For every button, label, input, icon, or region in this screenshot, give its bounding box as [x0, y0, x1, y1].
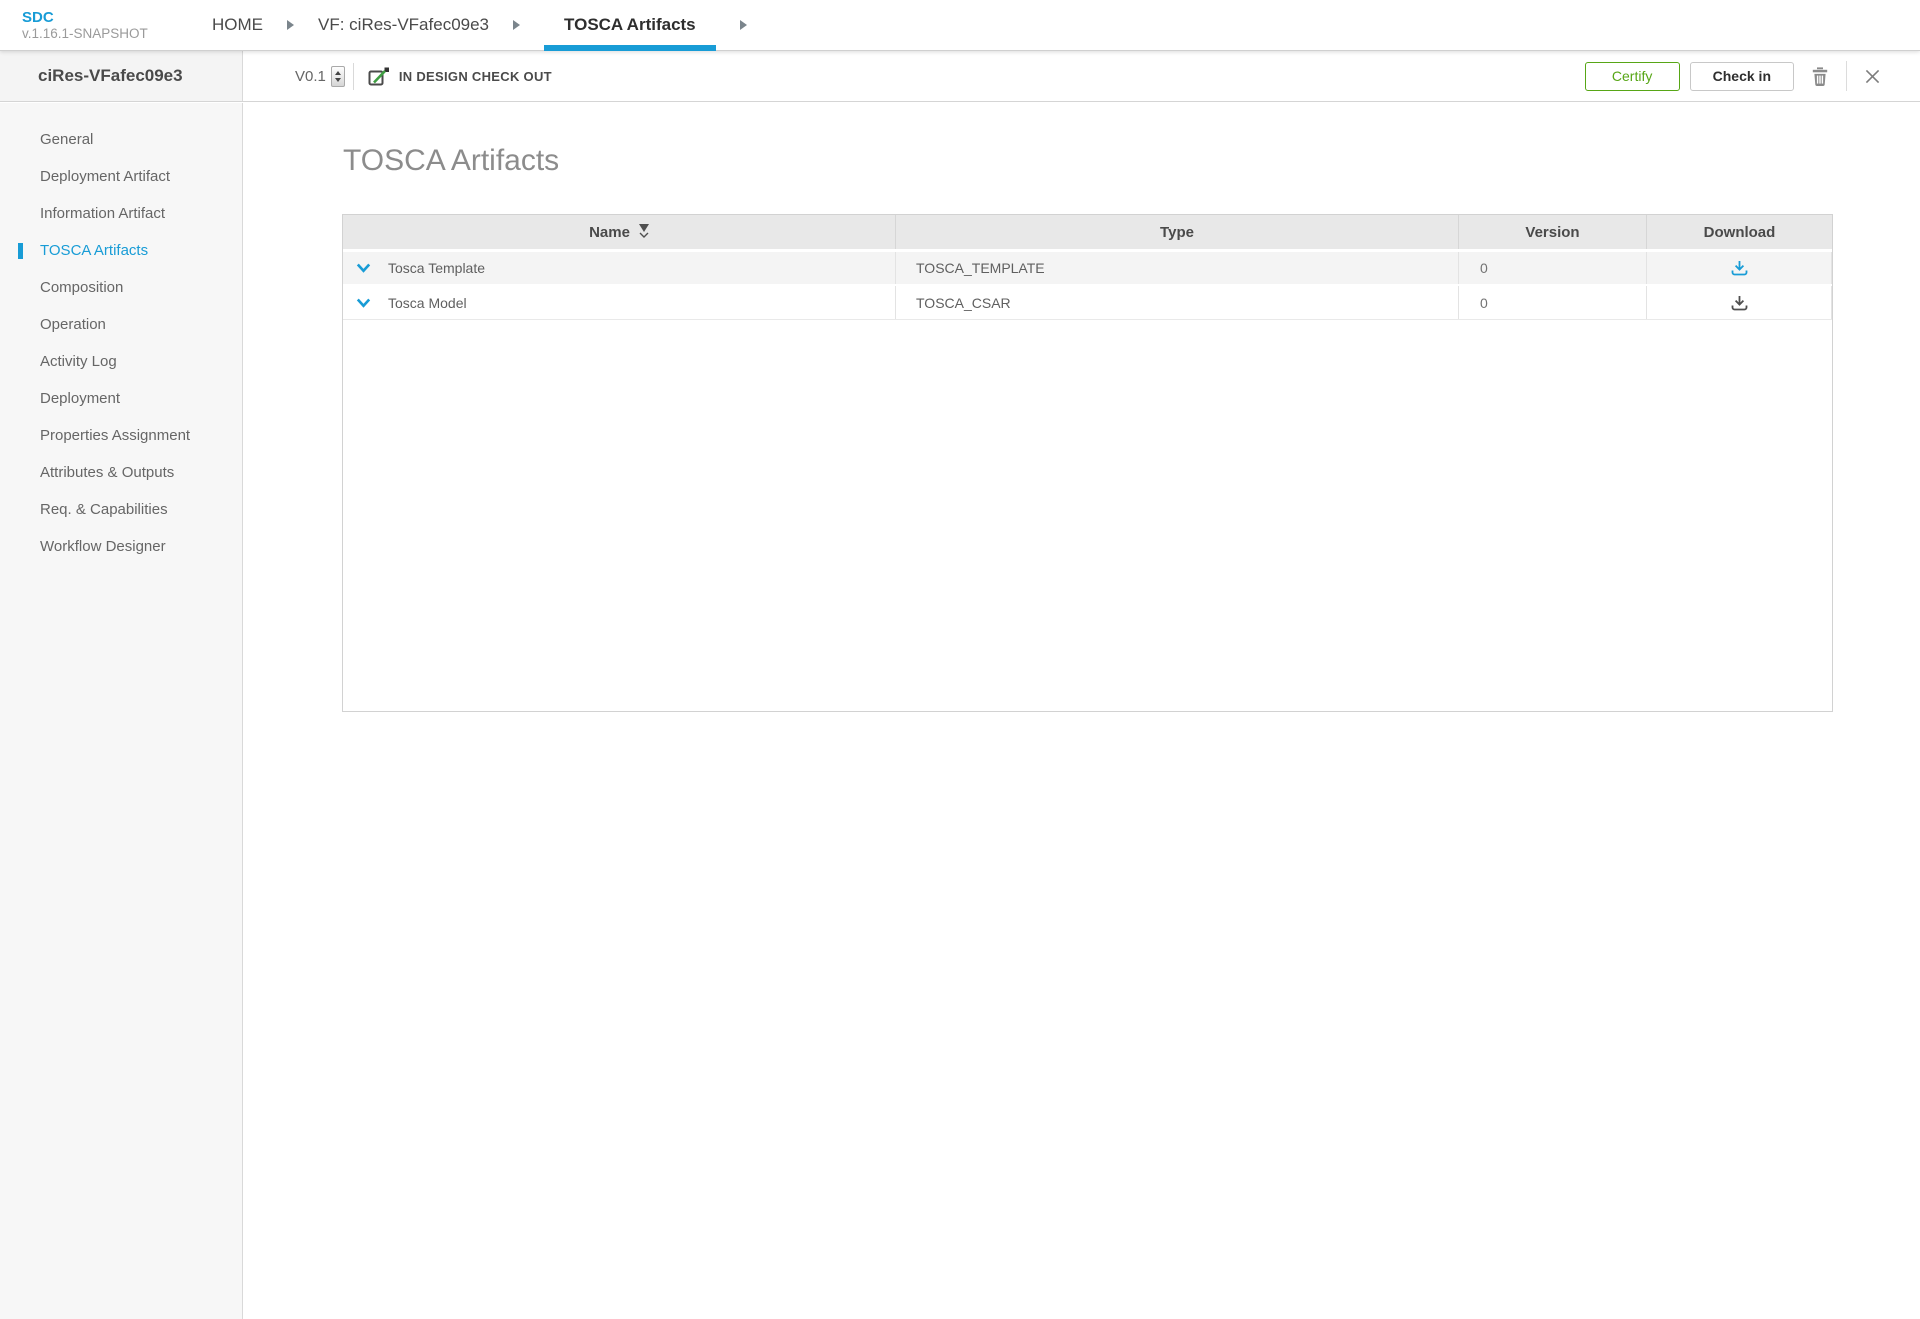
download-button[interactable] [1725, 293, 1754, 313]
checkout-icon [368, 66, 390, 87]
download-icon [1731, 260, 1748, 276]
toolbar-actions: Certify Check in [1585, 61, 1898, 91]
artifact-name-cell: Tosca Model [343, 286, 896, 319]
chevron-down-icon [356, 263, 371, 273]
checkin-button[interactable]: Check in [1690, 62, 1794, 91]
top-header: SDC v.1.16.1-SNAPSHOT HOME VF: ciRes-VFa… [0, 0, 1920, 51]
tab-tosca-artifacts[interactable]: TOSCA Artifacts [544, 0, 716, 50]
main-content: TOSCA Artifacts Name Type Version Downlo… [244, 102, 1920, 712]
sdc-logo[interactable]: SDC v.1.16.1-SNAPSHOT [0, 9, 212, 42]
sdc-logo-title: SDC [22, 9, 212, 26]
breadcrumb-home[interactable]: HOME [212, 0, 263, 50]
close-icon [1865, 69, 1880, 84]
version-stepper[interactable] [331, 66, 345, 87]
version-value: V0.1 [295, 68, 326, 85]
stepper-up-icon [335, 71, 341, 75]
column-header-version: Version [1459, 215, 1647, 249]
certify-button[interactable]: Certify [1585, 62, 1680, 91]
column-header-name[interactable]: Name [343, 215, 896, 249]
artifact-download-cell [1647, 252, 1832, 284]
sidebar-item-tosca-artifacts[interactable]: TOSCA Artifacts [0, 232, 242, 269]
close-button[interactable] [1863, 67, 1882, 86]
column-header-download: Download [1647, 215, 1832, 249]
page-title: TOSCA Artifacts [343, 144, 1920, 178]
sort-filter-icon[interactable] [639, 224, 649, 238]
chevron-down-icon [356, 298, 371, 308]
breadcrumb-vf[interactable]: VF: ciRes-VFafec09e3 [318, 0, 489, 50]
stepper-down-icon [335, 78, 341, 82]
entity-name: ciRes-VFafec09e3 [0, 51, 243, 101]
funnel-icon [639, 224, 649, 232]
chevron-down-icon [639, 232, 649, 238]
sidebar-item-composition[interactable]: Composition [0, 269, 242, 306]
sidebar-item-general[interactable]: General [0, 121, 242, 158]
sidebar-item-req-capabilities[interactable]: Req. & Capabilities [0, 491, 242, 528]
sidebar-item-information-artifact[interactable]: Information Artifact [0, 195, 242, 232]
sidebar-item-properties-assignment[interactable]: Properties Assignment [0, 417, 242, 454]
table-row[interactable]: Tosca Model TOSCA_CSAR 0 [343, 286, 1832, 320]
breadcrumb: HOME VF: ciRes-VFafec09e3 TOSCA Artifact… [212, 0, 771, 50]
status-text: IN DESIGN CHECK OUT [399, 69, 552, 84]
delete-button[interactable] [1808, 63, 1832, 89]
table-row[interactable]: Tosca Template TOSCA_TEMPLATE 0 [343, 252, 1832, 286]
download-icon [1731, 295, 1748, 311]
artifact-name-cell: Tosca Template [343, 252, 896, 284]
sidebar-item-operation[interactable]: Operation [0, 306, 242, 343]
toolbar-divider [353, 63, 354, 90]
sidebar: General Deployment Artifact Information … [0, 103, 243, 1319]
sidebar-item-attributes-outputs[interactable]: Attributes & Outputs [0, 454, 242, 491]
artifact-version-cell: 0 [1459, 286, 1647, 319]
artifact-type-cell: TOSCA_CSAR [896, 286, 1459, 319]
sdc-logo-version: v.1.16.1-SNAPSHOT [22, 26, 212, 42]
artifact-name: Tosca Template [388, 260, 485, 276]
artifact-version-cell: 0 [1459, 252, 1647, 284]
tosca-artifacts-table: Name Type Version Download Tosca [342, 214, 1833, 712]
artifact-download-cell [1647, 286, 1832, 319]
artifact-name: Tosca Model [388, 295, 467, 311]
artifact-type-cell: TOSCA_TEMPLATE [896, 252, 1459, 284]
toolbar-main: V0.1 IN DESIGN CHECK OUT Certify Check i… [243, 51, 1920, 101]
breadcrumb-arrow-icon [287, 20, 294, 30]
expand-row-button[interactable] [356, 263, 371, 273]
sidebar-item-deployment[interactable]: Deployment [0, 380, 242, 417]
column-header-name-label: Name [589, 224, 630, 241]
lifecycle-status: IN DESIGN CHECK OUT [368, 66, 552, 87]
breadcrumb-arrow-icon [513, 20, 520, 30]
sidebar-item-activity-log[interactable]: Activity Log [0, 343, 242, 380]
column-header-type: Type [896, 215, 1459, 249]
trash-icon [1810, 65, 1830, 87]
table-header-row: Name Type Version Download [343, 215, 1832, 252]
toolbar-divider [1846, 61, 1847, 91]
toolbar: ciRes-VFafec09e3 V0.1 IN DESIGN CHECK OU… [0, 51, 1920, 102]
download-button[interactable] [1725, 258, 1754, 278]
sidebar-item-workflow-designer[interactable]: Workflow Designer [0, 528, 242, 565]
sidebar-item-deployment-artifact[interactable]: Deployment Artifact [0, 158, 242, 195]
expand-row-button[interactable] [356, 298, 371, 308]
breadcrumb-arrow-icon [740, 20, 747, 30]
